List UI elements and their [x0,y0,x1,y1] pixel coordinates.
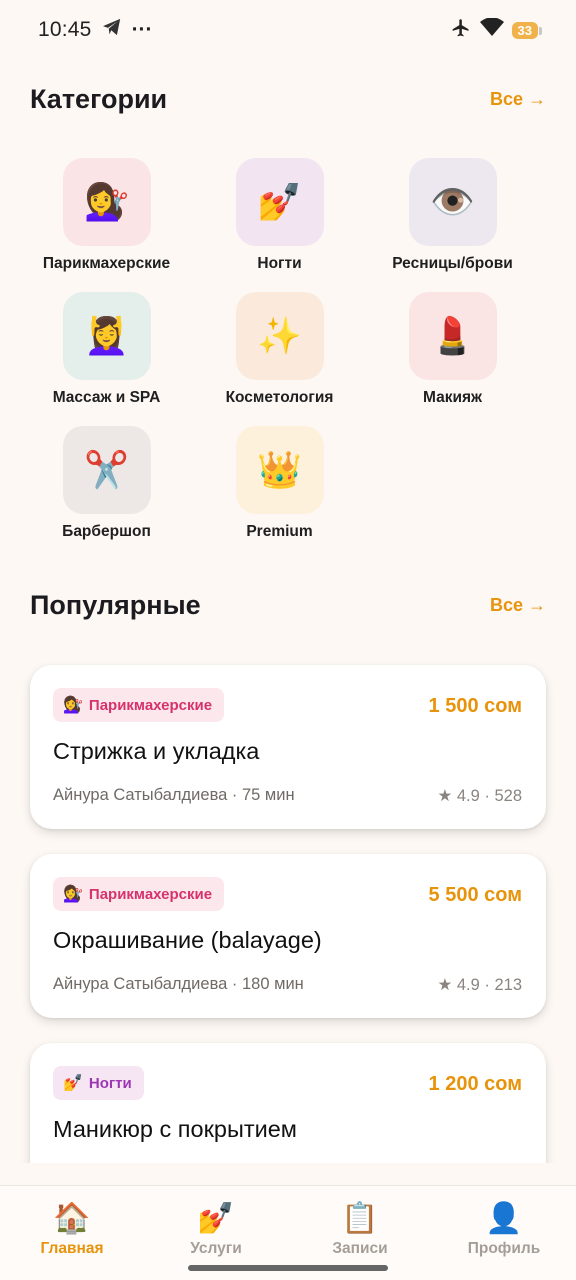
service-title: Стрижка и укладка [53,738,260,764]
hairdresser-icon: 💇‍♀️ [63,886,83,903]
category-hairdresser[interactable]: 💇‍♀️ Парикмахерские [20,158,193,273]
nav-label: Главная [40,1240,104,1257]
nav-item-home[interactable]: 🏠 Главная [0,1186,144,1280]
category-tile: 💄 [408,292,497,380]
nail-polish-icon: 💅 [257,181,302,222]
category-label: Ногти [257,255,302,272]
nav-label: Записи [332,1240,388,1257]
home-indicator[interactable] [188,1265,388,1271]
category-tag-label: Парикмахерские [88,696,213,714]
scroll-content[interactable]: Категории Все → 💇‍♀️ Парикмахерские 💅 Но… [0,0,576,1163]
category-tile: ✂️ [62,426,151,514]
category-tag-label: Парикмахерские [88,885,213,903]
scissors-icon: ✂️ [84,449,129,490]
category-tile: 💇‍♀️ [62,158,151,246]
nav-label: Услуги [190,1240,242,1257]
clipboard-icon: 📋 [341,1202,379,1235]
service-price: 1 500 сом [428,695,522,717]
service-card[interactable]: 💇‍♀️ Парикмахерские 5 500 сом Окрашивани… [30,854,546,1018]
category-label: Барбершоп [62,523,151,540]
service-rating: ★ 4.9 · 528 [437,787,522,805]
categories-see-all-link[interactable]: Все → [490,89,546,110]
hairdresser-icon: 💇‍♀️ [63,697,83,714]
category-tile: 💆‍♀️ [62,292,151,380]
category-premium[interactable]: 👑 Premium [193,426,366,541]
category-label: Парикмахерские [42,255,171,272]
category-tile: 👑 [235,426,324,514]
home-icon: 🏠 [53,1202,91,1235]
service-meta: Айнура Сатыбалдиева · 75 мин [53,786,295,804]
category-label: Ресницы/брови [392,255,513,272]
service-meta: Айнура Сатыбалдиева · 180 мин [53,975,304,993]
category-label: Косметология [225,389,334,406]
eye-icon: 👁️ [430,181,475,222]
service-title: Окрашивание (balayage) [53,927,322,953]
nail-polish-icon: 💅 [63,1075,83,1092]
category-lashes-brows[interactable]: 👁️ Ресницы/брови [366,158,539,273]
service-price: 5 500 сом [428,884,522,906]
service-price: 1 200 сом [428,1073,522,1095]
category-tile: 👁️ [408,158,497,246]
category-tile: 💅 [235,158,324,246]
category-barbershop[interactable]: ✂️ Барбершоп [20,426,193,541]
category-tag-label: Ногти [88,1074,132,1092]
category-cosmetology[interactable]: ✨ Косметология [193,292,366,407]
category-label: Массаж и SPA [52,389,161,406]
nav-item-profile[interactable]: 👤 Профиль [432,1186,576,1280]
popular-header: Популярные Все → [30,590,546,621]
category-tag: 💇‍♀️ Парикмахерские [53,877,225,911]
category-makeup[interactable]: 💄 Макияж [366,292,539,407]
category-tag: 💅 Ногти [53,1066,144,1100]
hairdresser-icon: 💇‍♀️ [84,181,129,222]
service-rating: ★ 4.9 · 213 [437,976,522,994]
service-card[interactable]: 💅 Ногти 1 200 сом Маникюр с покрытием [30,1043,546,1163]
sparkles-icon: ✨ [257,315,302,356]
profile-icon: 👤 [485,1202,523,1235]
categories-title: Категории [30,84,168,114]
category-nails[interactable]: 💅 Ногти [193,158,366,273]
popular-title: Популярные [30,590,201,620]
category-tag: 💇‍♀️ Парикмахерские [53,688,225,722]
service-card[interactable]: 💇‍♀️ Парикмахерские 1 500 сом Стрижка и … [30,665,546,829]
categories-header: Категории Все → [30,84,546,115]
category-tile: ✨ [235,292,324,380]
category-label: Макияж [422,389,483,406]
nav-label: Профиль [467,1240,541,1257]
service-title: Маникюр с покрытием [53,1116,297,1142]
category-label: Premium [246,523,313,540]
popular-see-all-link[interactable]: Все → [490,595,546,616]
nail-polish-icon: 💅 [197,1202,235,1235]
lipstick-icon: 💄 [430,315,475,356]
category-massage-spa[interactable]: 💆‍♀️ Массаж и SPA [20,292,193,407]
massage-icon: 💆‍♀️ [84,315,129,356]
crown-icon: 👑 [257,449,302,490]
